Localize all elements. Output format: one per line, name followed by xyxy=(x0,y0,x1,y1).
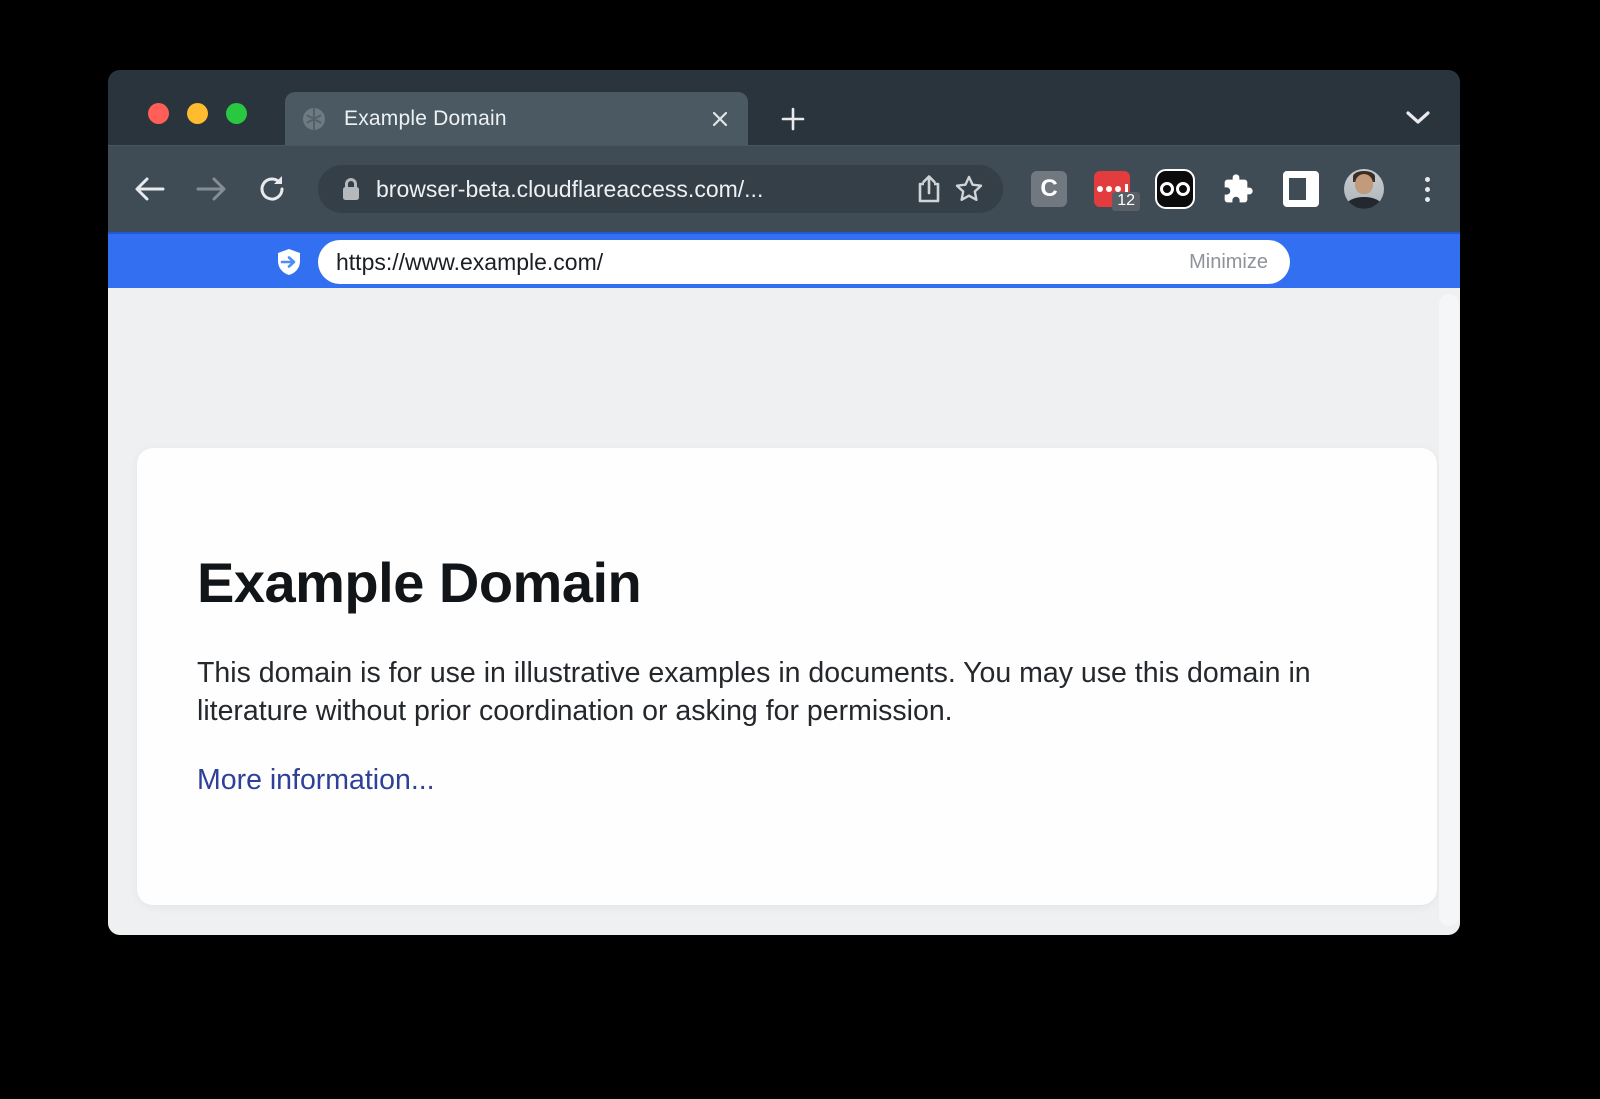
scrollbar[interactable] xyxy=(1439,294,1459,926)
page-heading: Example Domain xyxy=(197,550,1347,615)
browser-toolbar: browser-beta.cloudflareaccess.com/... C xyxy=(108,145,1460,232)
address-bar-url: browser-beta.cloudflareaccess.com/... xyxy=(376,176,909,203)
example-domain-card: Example Domain This domain is for use in… xyxy=(137,448,1437,905)
isolation-url-bar: Minimize xyxy=(108,232,1460,288)
share-icon[interactable] xyxy=(909,169,949,209)
fullscreen-window-button[interactable] xyxy=(226,103,247,124)
page-paragraph: This domain is for use in illustrative e… xyxy=(197,655,1347,731)
reload-icon[interactable] xyxy=(250,167,294,211)
kebab-menu-icon[interactable] xyxy=(1407,167,1447,211)
forward-icon[interactable] xyxy=(189,167,233,211)
extensions-puzzle-icon[interactable] xyxy=(1218,167,1258,211)
tab-close-icon[interactable] xyxy=(706,105,734,133)
isolation-url-input[interactable] xyxy=(336,249,1187,276)
extensions-area: C 12 xyxy=(1029,167,1447,211)
window-controls xyxy=(148,103,247,124)
minimize-window-button[interactable] xyxy=(187,103,208,124)
more-information-link[interactable]: More information... xyxy=(197,764,435,797)
shield-icon[interactable] xyxy=(274,247,304,277)
minimize-button[interactable]: Minimize xyxy=(1187,251,1270,274)
isolation-url-pill: Minimize xyxy=(318,240,1290,284)
tab-strip: Example Domain xyxy=(108,70,1460,145)
two-circles-extension-icon[interactable] xyxy=(1155,167,1195,211)
profile-avatar[interactable] xyxy=(1344,167,1384,211)
chevron-down-icon[interactable] xyxy=(1400,101,1436,135)
back-icon[interactable] xyxy=(128,167,172,211)
globe-favicon-icon xyxy=(301,106,327,132)
close-window-button[interactable] xyxy=(148,103,169,124)
extension-c-icon[interactable]: C xyxy=(1029,167,1069,211)
extension-badge: 12 xyxy=(1112,192,1140,211)
bookmark-star-icon[interactable] xyxy=(949,169,989,209)
new-tab-button[interactable] xyxy=(774,100,812,138)
lock-icon xyxy=(340,176,362,202)
tab-example-domain[interactable]: Example Domain xyxy=(285,92,748,145)
address-bar[interactable]: browser-beta.cloudflareaccess.com/... xyxy=(318,165,1003,213)
extension-c-letter: C xyxy=(1031,171,1067,207)
tab-title: Example Domain xyxy=(344,107,706,131)
browser-window: Example Domain xyxy=(108,70,1460,935)
side-panel-icon[interactable] xyxy=(1281,167,1321,211)
page-viewport: Example Domain This domain is for use in… xyxy=(108,288,1460,935)
password-manager-icon[interactable]: 12 xyxy=(1092,167,1132,211)
